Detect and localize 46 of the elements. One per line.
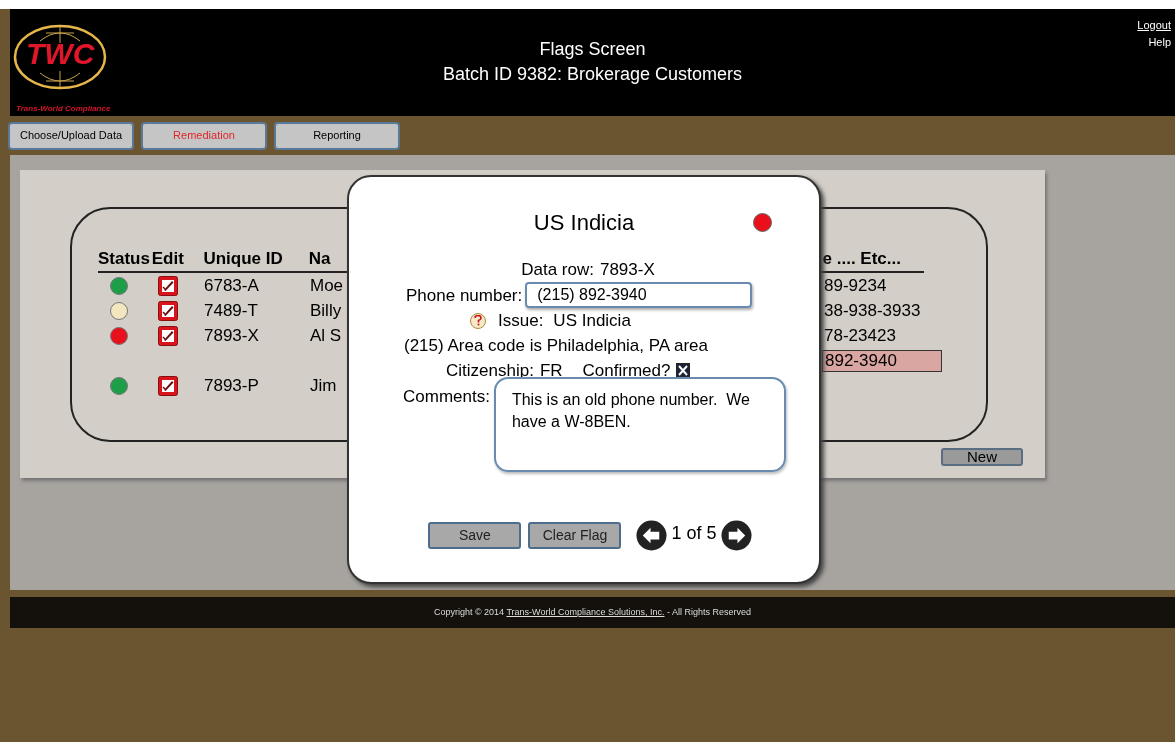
nav-tab[interactable]: Choose/Upload Data: [8, 121, 134, 150]
save-button[interactable]: Save: [428, 522, 522, 549]
logo-initials: TWC: [26, 39, 95, 69]
table-cell-text: Jim: [310, 375, 338, 397]
screen-title: Flags Screen: [539, 37, 646, 61]
table-cell-text: 7489-T: [204, 300, 259, 322]
logo-tagline: Trans-World Compliance: [16, 105, 111, 113]
comments-field[interactable]: This is an old phone number. We have a W-8BEN.: [493, 377, 786, 472]
company-link[interactable]: Trans-World Compliance Solutions, Inc.: [506, 606, 665, 617]
column-header: e .... Etc...: [822, 248, 902, 270]
table-cell-text: 78-23423: [823, 325, 897, 346]
phone-field[interactable]: (215) 892-3940: [525, 282, 753, 308]
data-row-value: 7893-X: [599, 259, 655, 281]
edit-icon[interactable]: [158, 325, 178, 346]
data-row-label: Data row:: [521, 259, 594, 281]
table-cell-text: Billy: [310, 300, 343, 322]
comments-label: Comments:: [403, 386, 490, 408]
column-header: Na: [308, 248, 332, 270]
issue-value: US Indicia: [553, 310, 631, 332]
phone-label: Phone number:: [406, 284, 523, 307]
table-cell-text: Moe: [310, 275, 345, 297]
table-cell-text: 7893-X: [204, 325, 260, 347]
copyright-text: Copyright © 2014 Trans-World Compliance Solutions, Inc. - All Rights Reserved: [433, 605, 752, 619]
edit-icon[interactable]: [158, 375, 178, 396]
help-link[interactable]: Help: [1148, 34, 1171, 51]
table-cell: 892-3940: [822, 350, 942, 372]
area-code-note: (215) Area code is Philadelphia, PA area: [403, 335, 709, 357]
issue-label: Issue:: [498, 310, 544, 332]
table-cell-text: 89-9234: [823, 275, 888, 296]
edit-icon[interactable]: [158, 275, 178, 296]
batch-subtitle: Batch ID 9382: Brokerage Customers: [442, 62, 743, 86]
clear-flag-button[interactable]: Clear Flag: [528, 522, 622, 549]
column-header: Status: [98, 248, 151, 270]
table-cell-text: 38-938-3933: [823, 300, 922, 321]
help-icon[interactable]: [470, 312, 486, 329]
edit-icon[interactable]: [158, 300, 178, 321]
nav-tab[interactable]: Reporting: [274, 121, 400, 150]
table-cell-text: 6783-A: [204, 275, 260, 297]
column-header: Edit: [151, 248, 185, 270]
dialog-title: US Indicia: [533, 209, 635, 237]
table-cell-text: 7893-P: [204, 375, 260, 397]
new-button[interactable]: New: [941, 448, 1023, 466]
column-header: Unique ID: [203, 248, 284, 270]
logout-link[interactable]: Logout: [1137, 17, 1171, 34]
page-indicator: 1 of 5: [671, 522, 717, 545]
table-cell-text: Al S: [310, 325, 343, 347]
